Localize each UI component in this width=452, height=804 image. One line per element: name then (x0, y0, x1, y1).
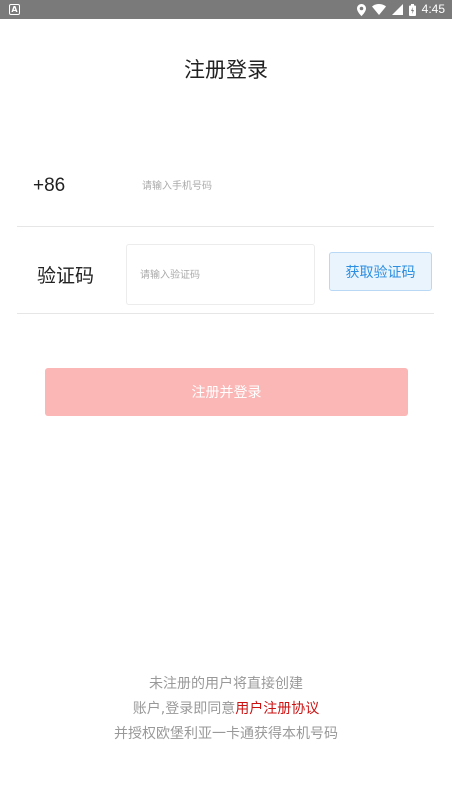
footer-line-2: 账户,登录即同意用户注册协议 (0, 697, 452, 722)
user-agreement-link[interactable]: 用户注册协议 (235, 701, 319, 717)
verification-input-box (126, 244, 315, 305)
phone-row: +86 (17, 160, 434, 227)
country-code: +86 (33, 175, 66, 196)
verification-row: 验证码 获取验证码 (17, 228, 434, 314)
verification-label: 验证码 (37, 265, 95, 287)
page-title: 注册登录 (184, 58, 268, 82)
footer-notice: 未注册的用户将直接创建 账户,登录即同意用户注册协议 并授权欧堡利亚一卡通获得本… (0, 672, 452, 747)
phone-input[interactable] (142, 174, 412, 198)
location-icon (356, 3, 366, 16)
verification-code-input[interactable] (140, 263, 305, 287)
status-icons: 4:45 (356, 0, 445, 19)
footer-line-2-text: 账户,登录即同意 (132, 701, 236, 717)
cellular-icon (391, 4, 403, 15)
status-bar: A 4:45 (0, 0, 452, 19)
register-login-button[interactable]: 注册并登录 (45, 368, 408, 416)
a-box-icon: A (9, 4, 20, 15)
footer-line-3: 并授权欧堡利亚一卡通获得本机号码 (114, 726, 338, 742)
battery-icon (408, 3, 416, 16)
status-time: 4:45 (421, 2, 445, 16)
footer-line-1: 未注册的用户将直接创建 (149, 676, 303, 692)
get-code-button[interactable]: 获取验证码 (329, 252, 432, 291)
wifi-icon (371, 4, 386, 15)
